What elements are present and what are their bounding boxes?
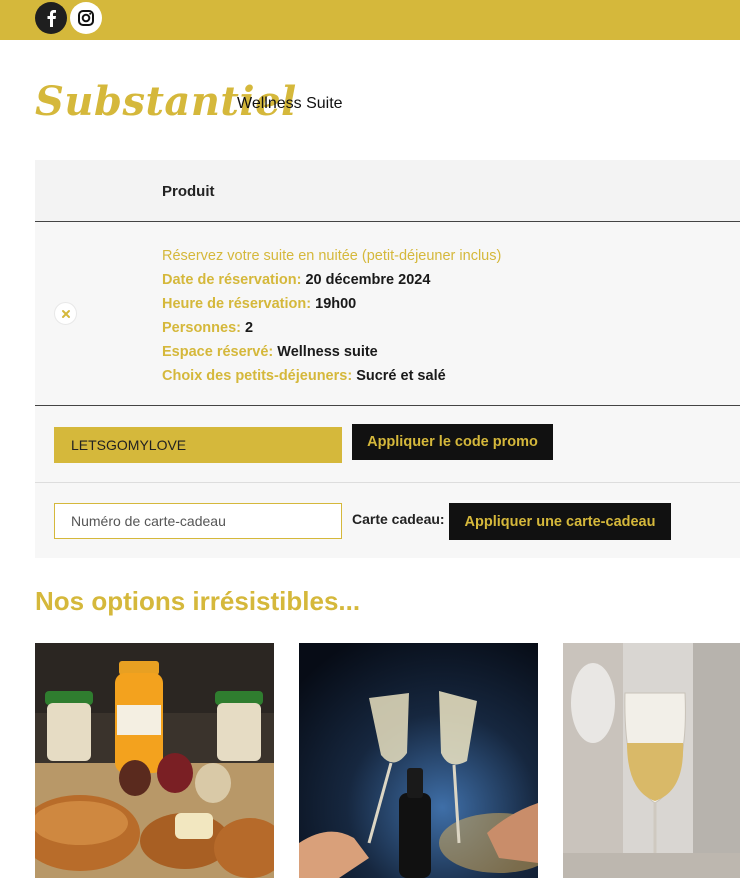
gift-card-label: Carte cadeau:	[352, 511, 445, 527]
option-card-white-wine[interactable]	[563, 643, 740, 878]
cart-table: Produit Réservez votre suite en nuitée (…	[35, 160, 740, 558]
apply-promo-button[interactable]: Appliquer le code promo	[352, 424, 553, 460]
detail-persons: Personnes: 2	[162, 320, 254, 336]
cart-item-title[interactable]: Réservez votre suite en nuitée (petit-dé…	[162, 244, 501, 268]
facebook-icon[interactable]	[35, 2, 67, 34]
detail-space: Espace réservé: Wellness suite	[162, 344, 378, 360]
cart-header: Produit	[35, 160, 740, 222]
cart-item-details: Réservez votre suite en nuitée (petit-dé…	[162, 244, 501, 388]
promo-code-row: LETSGOMYLOVE Appliquer le code promo	[35, 406, 740, 483]
option-card-champagne[interactable]	[299, 643, 538, 878]
cart-item-row: Réservez votre suite en nuitée (petit-dé…	[35, 222, 740, 406]
logo-subtitle: Wellness Suite	[237, 95, 343, 112]
champagne-image	[299, 643, 538, 878]
close-icon	[61, 309, 70, 318]
detail-time: Heure de réservation: 19h00	[162, 296, 357, 312]
gift-card-row: Carte cadeau: Appliquer une carte-cadeau	[35, 483, 740, 558]
instagram-icon[interactable]	[70, 2, 102, 34]
promo-code-input[interactable]: LETSGOMYLOVE	[54, 427, 342, 463]
gift-card-input[interactable]	[54, 503, 342, 539]
product-column-header: Produit	[162, 183, 215, 200]
detail-date: Date de réservation: 20 décembre 2024	[162, 272, 431, 288]
top-bar	[0, 0, 740, 40]
remove-item-button[interactable]	[54, 302, 77, 325]
option-card-breakfast[interactable]	[35, 643, 274, 878]
apply-gift-card-button[interactable]: Appliquer une carte-cadeau	[449, 503, 671, 540]
wine-image	[563, 643, 740, 878]
breakfast-image	[35, 643, 274, 878]
options-section-title: Nos options irrésistibles...	[35, 586, 361, 616]
detail-breakfast: Choix des petits-déjeuners: Sucré et sal…	[162, 368, 446, 384]
